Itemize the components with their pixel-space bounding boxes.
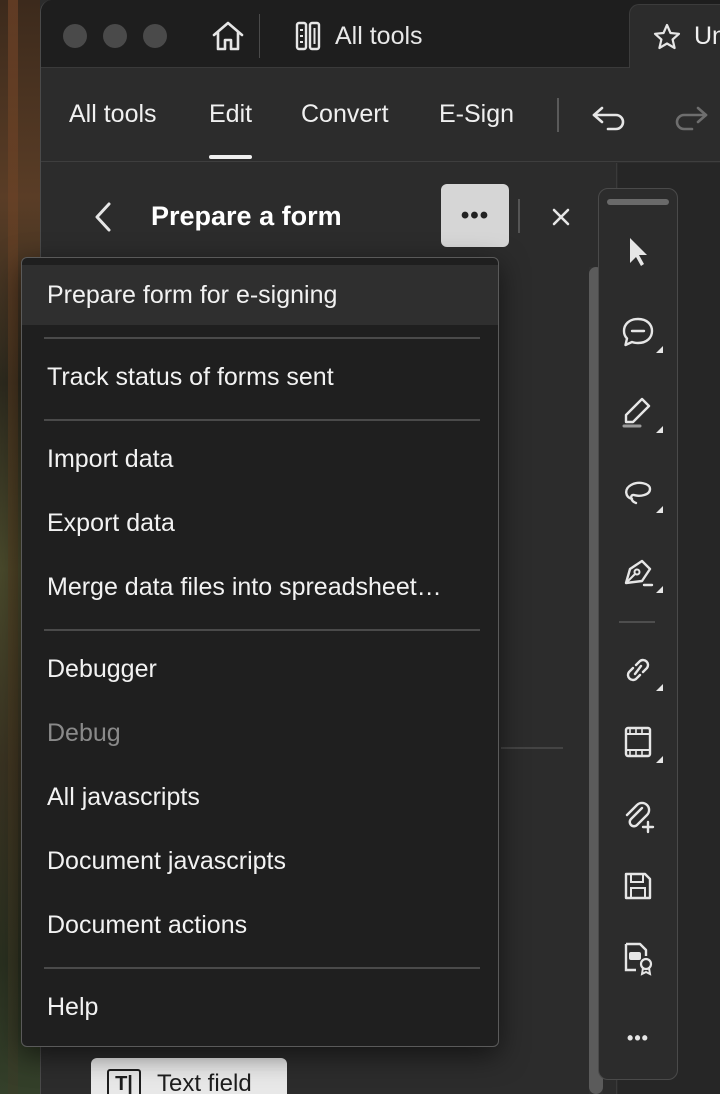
certificate-icon xyxy=(620,940,656,976)
text-field-label: Text field xyxy=(157,1070,252,1094)
menu-item-prepare-e-signing[interactable]: Prepare form for e-signing xyxy=(22,265,498,325)
panel-header-divider xyxy=(518,199,520,233)
film-strip-icon xyxy=(620,724,656,760)
document-tab-label: Un xyxy=(694,22,720,50)
comment-tool[interactable] xyxy=(615,309,663,355)
redo-button[interactable] xyxy=(671,98,711,138)
title-bar: All tools Un xyxy=(41,0,720,68)
rail-separator xyxy=(619,621,655,623)
redo-icon xyxy=(672,103,710,133)
save-tool[interactable] xyxy=(615,863,661,909)
highlight-tool[interactable] xyxy=(615,389,663,435)
menu-item-debugger[interactable]: Debugger xyxy=(22,639,498,699)
floppy-disk-icon xyxy=(621,869,655,903)
submenu-indicator xyxy=(656,346,663,353)
panel-separator xyxy=(501,747,563,749)
menu-item-debug: Debug xyxy=(47,718,121,747)
menu-divider xyxy=(44,337,480,339)
tools-icon xyxy=(295,20,321,52)
draw-tool[interactable] xyxy=(615,469,663,515)
cursor-arrow-icon xyxy=(623,235,653,269)
close-panel-button[interactable] xyxy=(543,197,579,237)
menu-edit[interactable]: Edit xyxy=(209,100,253,159)
sign-tool[interactable] xyxy=(615,549,663,595)
close-icon xyxy=(550,206,572,228)
certificate-tool[interactable] xyxy=(615,935,661,981)
menu-item-document-javascripts[interactable]: Document javascripts xyxy=(22,831,498,891)
window-close-dot[interactable] xyxy=(63,24,87,48)
back-button[interactable] xyxy=(85,197,121,237)
more-options-button[interactable]: ••• xyxy=(441,184,509,247)
media-tool[interactable] xyxy=(615,719,663,765)
menu-item-track-status[interactable]: Track status of forms sent xyxy=(22,347,498,407)
menu-divider xyxy=(44,629,480,631)
submenu-indicator xyxy=(656,426,663,433)
titlebar-divider xyxy=(259,14,260,58)
chevron-left-icon xyxy=(91,200,115,234)
all-tools-tab-label: All tools xyxy=(335,21,423,50)
menu-bar: All tools Edit Convert E-Sign xyxy=(41,68,720,162)
all-tools-tab[interactable]: All tools xyxy=(295,18,423,54)
document-tab[interactable]: Un xyxy=(629,4,720,68)
highlighter-icon xyxy=(620,395,656,429)
text-field-icon: T| xyxy=(107,1069,141,1094)
home-button[interactable] xyxy=(207,18,249,54)
menu-item-merge-data-files[interactable]: Merge data files into spreadsheet… xyxy=(22,557,498,617)
more-tools-button[interactable]: ••• xyxy=(615,1015,661,1061)
home-icon xyxy=(210,19,246,53)
rail-drag-handle[interactable] xyxy=(607,199,669,205)
attach-tool[interactable] xyxy=(615,793,661,839)
menu-item-import-data[interactable]: Import data xyxy=(22,429,498,489)
menu-item-help[interactable]: Help xyxy=(22,977,498,1037)
menu-convert[interactable]: Convert xyxy=(301,100,389,129)
link-icon xyxy=(620,653,656,687)
menu-item-export-data[interactable]: Export data xyxy=(22,493,498,553)
pen-nib-icon xyxy=(620,555,656,589)
submenu-indicator xyxy=(656,756,663,763)
undo-button[interactable] xyxy=(589,98,629,138)
submenu-indicator xyxy=(656,684,663,691)
comment-bubble-icon xyxy=(620,315,656,349)
menu-divider xyxy=(44,419,480,421)
panel-title: Prepare a form xyxy=(151,201,342,231)
select-tool[interactable] xyxy=(615,229,661,275)
menu-item-document-actions[interactable]: Document actions xyxy=(22,895,498,955)
menu-item-all-javascripts[interactable]: All javascripts xyxy=(22,767,498,827)
lasso-icon xyxy=(620,475,656,509)
undo-icon xyxy=(590,103,628,133)
menu-divider xyxy=(44,967,480,969)
more-options-menu: Prepare form for e-signing Track status … xyxy=(21,257,499,1047)
star-icon[interactable] xyxy=(652,22,682,52)
paperclip-add-icon xyxy=(620,798,656,834)
more-options-label: ••• xyxy=(460,201,490,229)
window-zoom-dot[interactable] xyxy=(143,24,167,48)
quick-tools-rail: ••• xyxy=(598,188,678,1080)
window-minimize-dot[interactable] xyxy=(103,24,127,48)
submenu-indicator xyxy=(656,586,663,593)
link-tool[interactable] xyxy=(615,647,663,693)
submenu-indicator xyxy=(656,506,663,513)
menu-e-sign[interactable]: E-Sign xyxy=(439,100,514,129)
more-tools-label: ••• xyxy=(627,1027,649,1048)
menu-all-tools[interactable]: All tools xyxy=(69,100,157,129)
menubar-divider xyxy=(557,98,559,132)
text-field-button[interactable]: T| Text field xyxy=(91,1058,287,1094)
